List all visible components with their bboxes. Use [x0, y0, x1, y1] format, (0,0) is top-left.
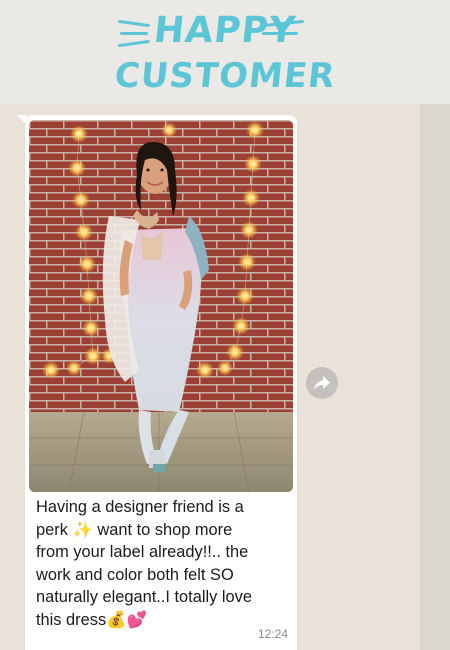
message-text: Having a designer friend is a perk ✨ wan… — [36, 496, 286, 632]
share-forward-icon — [314, 376, 330, 390]
message-line: work and color both felt SO — [36, 565, 234, 584]
message-line: this dress💰💕 — [36, 610, 147, 629]
forward-button[interactable] — [306, 367, 338, 399]
title-customer: CUSTOMER — [112, 56, 338, 96]
customer-photo[interactable] — [29, 120, 293, 492]
message-line: naturally elegant..I totally love — [36, 588, 252, 607]
message-timestamp: 12:24 — [257, 627, 288, 641]
message-line: from your label already!!.. the — [36, 543, 249, 562]
title-happy: HAPPY — [151, 10, 299, 51]
header-banner: HAPPY CUSTOMER — [0, 0, 450, 104]
message-line: Having a designer friend is a — [36, 498, 244, 516]
message-line: perk ✨ want to shop more — [36, 520, 233, 539]
message-bubble[interactable]: Having a designer friend is a perk ✨ wan… — [25, 115, 297, 650]
